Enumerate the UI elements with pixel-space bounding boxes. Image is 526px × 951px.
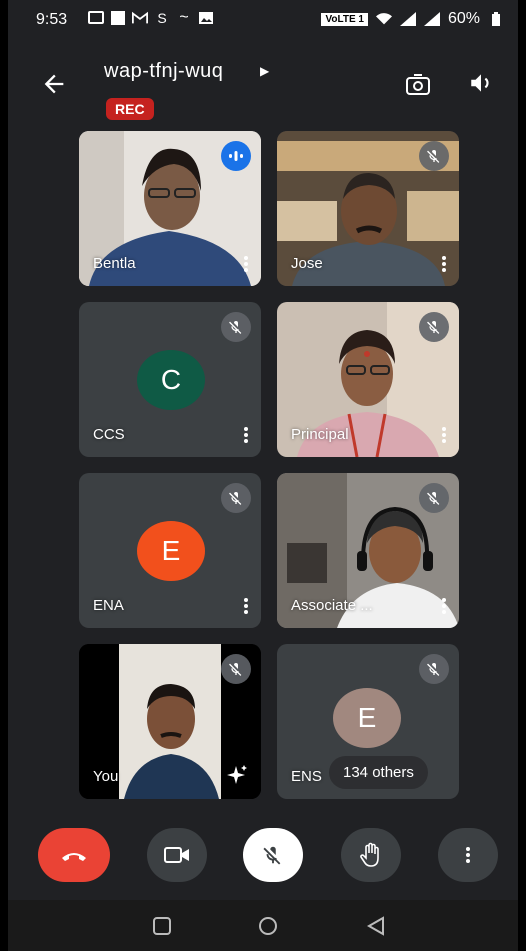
participant-name: Principal [291, 426, 349, 443]
mic-off-icon [419, 141, 449, 171]
participant-tile[interactable]: Principal [277, 302, 459, 457]
mic-toggle-button[interactable] [243, 828, 303, 882]
wifi-icon [375, 11, 392, 27]
gmail-icon [132, 10, 148, 26]
recording-badge: REC [106, 98, 154, 120]
avatar: C [137, 350, 205, 410]
notification-icons: S ~ [88, 9, 214, 26]
participant-tile[interactable]: C CCS [79, 302, 261, 457]
mic-off-icon [263, 846, 281, 865]
back-nav-icon[interactable] [364, 914, 388, 938]
recents-icon[interactable] [150, 914, 174, 938]
participant-tile[interactable]: You [79, 644, 261, 799]
more-vert-icon [466, 847, 470, 863]
video-icon [164, 847, 189, 863]
mic-off-icon [221, 483, 251, 513]
call-controls [8, 820, 518, 890]
meet-screen: 9:53 S ~ VoLTE 1 60% wap-tfnj-wuq ▶ REC … [8, 0, 518, 951]
signal2-icon [423, 11, 440, 27]
home-icon[interactable] [256, 914, 280, 938]
meeting-code[interactable]: wap-tfnj-wuq [104, 60, 223, 83]
end-call-button[interactable] [38, 828, 110, 882]
participant-name: Jose [291, 255, 323, 272]
participant-tile[interactable]: Jose [277, 131, 459, 286]
square-notification-icon [110, 10, 126, 26]
participant-name: Bentla [93, 255, 136, 272]
participant-tile[interactable]: E ENA [79, 473, 261, 628]
battery-percent: 60% [447, 10, 480, 27]
participant-tile[interactable]: Bentla [79, 131, 261, 286]
hand-raise-icon [360, 842, 379, 867]
speaking-icon [221, 141, 251, 171]
mic-off-icon [419, 483, 449, 513]
more-vert-icon[interactable] [437, 596, 451, 616]
participant-name: Associate ... [291, 597, 373, 614]
more-vert-icon[interactable] [437, 425, 451, 445]
image-icon [198, 10, 214, 26]
participant-tile[interactable]: E ENS 134 others [277, 644, 459, 799]
participant-name: CCS [93, 426, 125, 443]
caret-right-icon[interactable]: ▶ [260, 64, 269, 78]
status-time: 9:53 [36, 11, 68, 28]
participant-tile[interactable]: Associate ... [277, 473, 459, 628]
video-toggle-button[interactable] [147, 828, 207, 882]
participant-name: ENS [291, 768, 322, 785]
more-vert-icon[interactable] [239, 254, 253, 274]
back-arrow-icon[interactable] [40, 70, 68, 98]
sparkle-effects-icon[interactable] [223, 763, 249, 789]
more-vert-icon[interactable] [437, 254, 451, 274]
more-options-button[interactable] [438, 828, 498, 882]
camera-switch-icon[interactable] [403, 70, 433, 100]
more-vert-icon[interactable] [239, 425, 253, 445]
system-nav-bar [8, 900, 518, 951]
others-count-chip[interactable]: 134 others [329, 756, 428, 789]
mic-off-icon [221, 654, 251, 684]
more-vert-icon[interactable] [239, 596, 253, 616]
signal-icon [399, 11, 416, 27]
volte-badge: VoLTE 1 [321, 12, 368, 26]
tilde-icon: ~ [179, 9, 189, 26]
participant-name: ENA [93, 597, 124, 614]
mic-off-icon [419, 654, 449, 684]
raise-hand-button[interactable] [341, 828, 401, 882]
end-call-icon [62, 853, 86, 861]
skype-icon: S [157, 10, 167, 26]
battery-icon [488, 11, 504, 27]
avatar: E [137, 521, 205, 581]
status-right: VoLTE 1 60% [321, 10, 504, 28]
avatar: E [333, 688, 401, 748]
participant-name: You [93, 768, 119, 785]
meeting-header: wap-tfnj-wuq ▶ REC [8, 52, 518, 132]
mic-off-icon [419, 312, 449, 342]
speaker-icon[interactable] [468, 70, 494, 96]
status-bar: 9:53 S ~ VoLTE 1 60% [8, 0, 518, 40]
mic-off-icon [221, 312, 251, 342]
cast-icon [88, 10, 104, 26]
